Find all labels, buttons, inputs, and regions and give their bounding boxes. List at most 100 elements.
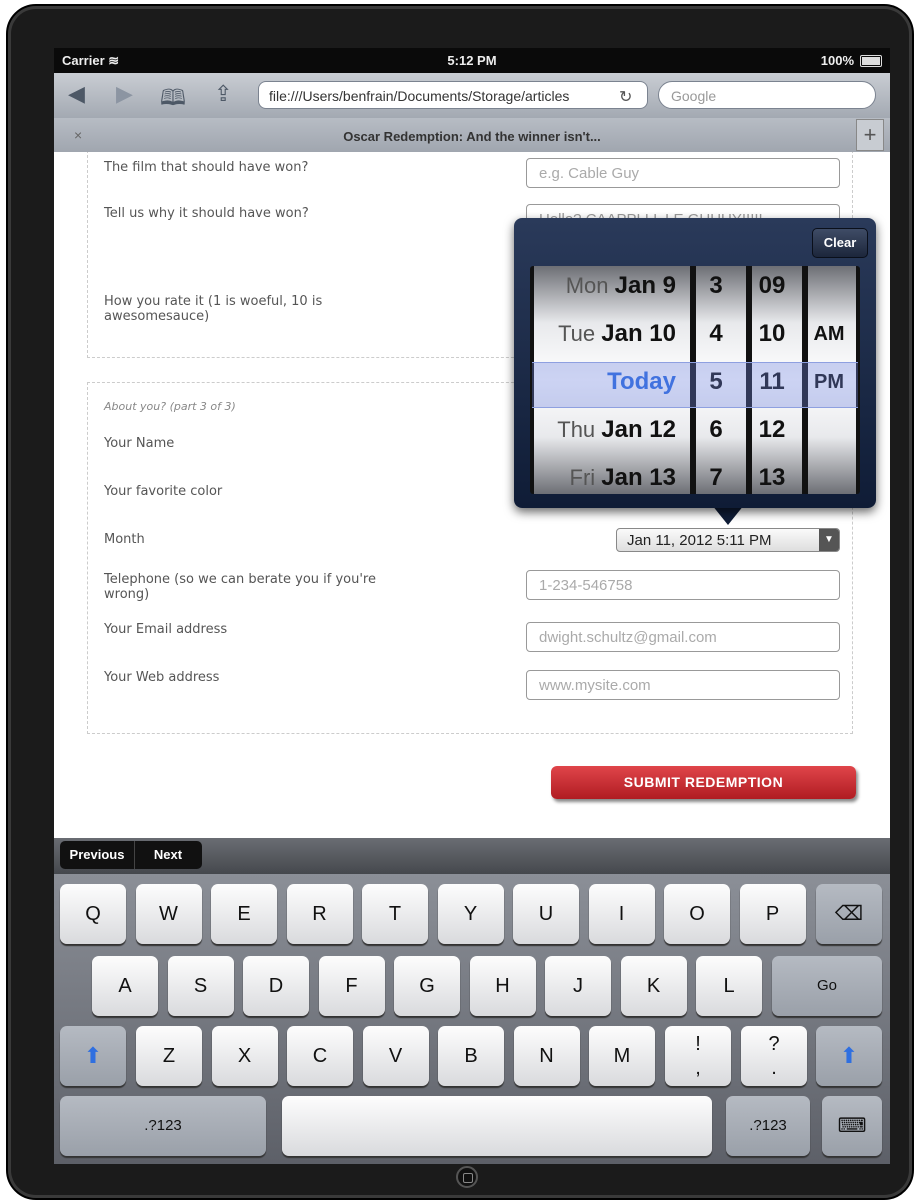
- key-z[interactable]: Z: [136, 1026, 202, 1086]
- name-label: Your Name: [104, 436, 175, 451]
- picker-row[interactable]: 10: [752, 310, 796, 358]
- key-l[interactable]: L: [696, 956, 762, 1016]
- picker-row[interactable]: 13: [752, 454, 796, 494]
- date-picker-popover: Clear Mon Jan 9 Tue Jan 10 Today Thu Jan 12…: [514, 218, 876, 508]
- picker-row[interactable]: [808, 266, 850, 310]
- status-bar: Carrier ≋ 5:12 PM 100%: [54, 48, 890, 73]
- key-d[interactable]: D: [243, 956, 309, 1016]
- web-input[interactable]: www.mysite.com: [526, 670, 840, 700]
- key-exclaim[interactable]: !,: [665, 1026, 731, 1086]
- form-accessory-bar: Previous Next: [54, 838, 890, 874]
- picker-selection-band: [532, 362, 858, 408]
- picker-row[interactable]: 7: [696, 454, 740, 494]
- key-c[interactable]: C: [287, 1026, 353, 1086]
- tab-bar: × Oscar Redemption: And the winner isn't…: [54, 118, 890, 153]
- month-label: Month: [104, 532, 145, 547]
- picker-row[interactable]: Fri Jan 13: [534, 454, 684, 494]
- clear-button[interactable]: Clear: [812, 228, 868, 258]
- search-field[interactable]: Google: [658, 81, 876, 109]
- numbers-key-left[interactable]: .?123: [60, 1096, 266, 1156]
- shift-left-icon[interactable]: ⬆: [60, 1026, 126, 1086]
- backspace-icon[interactable]: ⌫: [816, 884, 882, 944]
- color-label: Your favorite color: [104, 484, 223, 499]
- picker-wheels: Mon Jan 9 Tue Jan 10 Today Thu Jan 12 Fri Ja…: [530, 266, 860, 494]
- numbers-key-right[interactable]: .?123: [726, 1096, 810, 1156]
- battery-percent: 100%: [820, 53, 854, 68]
- key-p[interactable]: P: [739, 884, 806, 944]
- key-e[interactable]: E: [211, 884, 277, 944]
- date-value: Jan 9: [614, 272, 676, 299]
- key-k[interactable]: K: [620, 956, 687, 1016]
- month-select[interactable]: Jan 11, 2012 5:11 PM ▼: [616, 528, 840, 552]
- phone-label: Telephone (so we can berate you if you'r…: [104, 572, 376, 602]
- key-i[interactable]: I: [588, 884, 655, 944]
- rate-label: How you rate it (1 is woeful, 10 is awes…: [104, 294, 323, 324]
- picker-row[interactable]: 4: [696, 310, 740, 358]
- month-value: Jan 11, 2012 5:11 PM: [627, 532, 772, 549]
- reload-icon[interactable]: ↻: [619, 87, 632, 107]
- day-of-week: Mon: [565, 273, 615, 298]
- share-icon[interactable]: ⇪: [214, 81, 232, 107]
- popover-arrow: [712, 505, 744, 525]
- key-g[interactable]: G: [394, 956, 460, 1016]
- bookmarks-icon[interactable]: 🕮: [160, 81, 186, 119]
- key-x[interactable]: X: [211, 1026, 278, 1086]
- picker-row[interactable]: Mon Jan 9: [534, 266, 684, 310]
- tab-title[interactable]: Oscar Redemption: And the winner isn't..…: [54, 129, 890, 144]
- section-note: About you? (part 3 of 3): [104, 400, 236, 413]
- key-r[interactable]: R: [286, 884, 353, 944]
- forward-icon[interactable]: ▶: [116, 81, 133, 107]
- day-of-week: Fri: [569, 465, 602, 490]
- picker-row[interactable]: 6: [696, 406, 740, 454]
- browser-toolbar: ◀ ▶ 🕮 ⇪ file:///Users/benfrain/Documents…: [54, 73, 890, 119]
- hide-keyboard-icon[interactable]: ⌨: [822, 1096, 882, 1156]
- key-y[interactable]: Y: [437, 884, 504, 944]
- key-u[interactable]: U: [513, 884, 579, 944]
- onscreen-keyboard: Q W E R T Y U I O P ⌫ A S D F G H J K L Go ⬆ Z X C V B N M!,?. ⬆ .?123…: [54, 874, 890, 1164]
- picker-row[interactable]: Thu Jan 12: [534, 406, 684, 454]
- new-tab-button[interactable]: +: [856, 119, 884, 151]
- key-q[interactable]: Q: [60, 884, 126, 944]
- key-b[interactable]: B: [438, 1026, 504, 1086]
- key-t[interactable]: T: [362, 884, 428, 944]
- date-value: Jan 13: [601, 464, 676, 491]
- web-label: Your Web address: [104, 670, 220, 685]
- key-a[interactable]: A: [92, 956, 158, 1016]
- day-of-week: Tue: [558, 321, 602, 346]
- picker-row[interactable]: 12: [752, 406, 796, 454]
- next-button[interactable]: Next: [134, 841, 202, 869]
- battery-icon: [860, 55, 882, 67]
- picker-row[interactable]: Tue Jan 10: [534, 310, 684, 358]
- home-button[interactable]: [456, 1166, 478, 1188]
- key-h[interactable]: H: [469, 956, 536, 1016]
- phone-input[interactable]: 1-234-546758: [526, 570, 840, 600]
- picker-row[interactable]: 3: [696, 266, 740, 310]
- why-label: Tell us why it should have won?: [104, 206, 309, 221]
- email-label: Your Email address: [104, 622, 228, 637]
- picker-row[interactable]: 09: [752, 266, 796, 310]
- key-o[interactable]: O: [664, 884, 730, 944]
- submit-button[interactable]: SUBMIT REDEMPTION: [551, 766, 856, 799]
- key-m[interactable]: M: [589, 1026, 655, 1086]
- url-field[interactable]: file:///Users/benfrain/Documents/Storage…: [258, 81, 648, 109]
- film-input[interactable]: e.g. Cable Guy: [526, 158, 840, 188]
- picker-row[interactable]: [808, 406, 850, 454]
- key-n[interactable]: N: [513, 1026, 580, 1086]
- previous-button[interactable]: Previous: [60, 841, 135, 869]
- email-input[interactable]: dwight.schultz@gmail.com: [526, 622, 840, 652]
- back-icon[interactable]: ◀: [68, 81, 85, 107]
- picker-row[interactable]: [808, 454, 850, 494]
- key-f[interactable]: F: [318, 956, 385, 1016]
- film-label: The film that should have won?: [104, 160, 309, 175]
- key-s[interactable]: S: [167, 956, 234, 1016]
- key-question[interactable]: ?.: [741, 1026, 807, 1086]
- key-j[interactable]: J: [545, 956, 611, 1016]
- go-button[interactable]: Go: [772, 956, 882, 1016]
- key-w[interactable]: W: [135, 884, 202, 944]
- day-of-week: Thu: [557, 417, 602, 442]
- shift-right-icon[interactable]: ⬆: [816, 1026, 882, 1086]
- space-bar[interactable]: [282, 1096, 712, 1156]
- picker-row[interactable]: AM: [808, 310, 850, 358]
- key-v[interactable]: V: [362, 1026, 429, 1086]
- clock: 5:12 PM: [447, 53, 497, 68]
